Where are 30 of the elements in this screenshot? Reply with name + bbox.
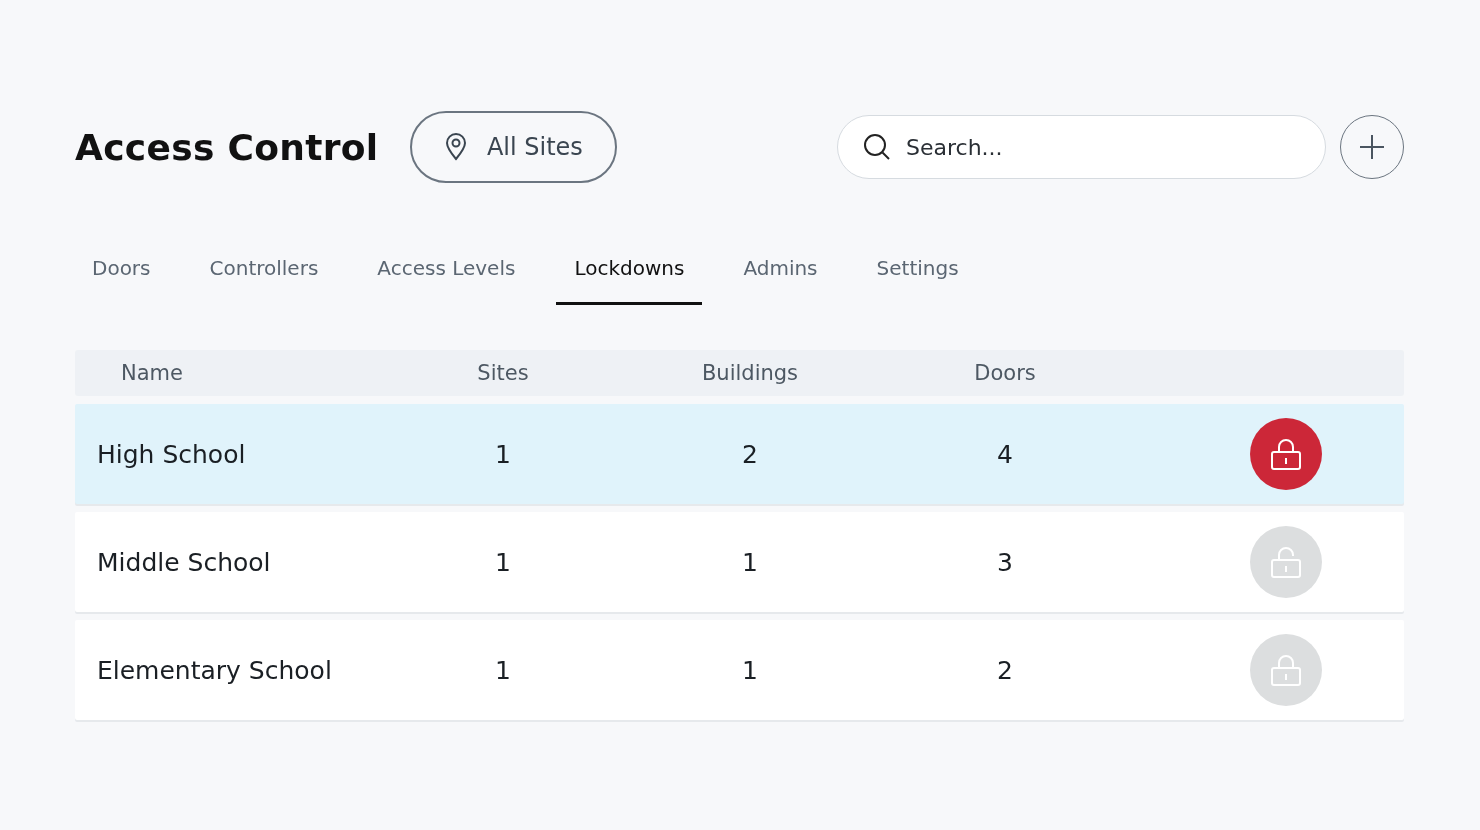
table-cell-text: 1 (494, 547, 512, 577)
tab[interactable]: Doors (74, 244, 169, 305)
school-name: Elementary School (96, 655, 333, 685)
table-cell-text: 1 (741, 547, 759, 577)
table-cell-text: 1 (741, 655, 759, 685)
table-cell-text: 1 (494, 439, 512, 469)
table-cell-text: 4 (996, 439, 1014, 469)
table-row[interactable]: Elementary School 1 1 2 (75, 620, 1404, 720)
page-title: Access Control (75, 126, 379, 168)
tab[interactable]: Admins (725, 244, 836, 305)
table-row[interactable]: Middle School 1 1 3 (75, 512, 1404, 612)
column-header: Doors (973, 361, 1037, 385)
school-name: Middle School (96, 547, 272, 577)
column-header: Buildings (700, 361, 800, 385)
table-cell-text: 2 (996, 655, 1014, 685)
tab[interactable]: Settings (858, 244, 977, 305)
table-cell-text: 1 (494, 655, 512, 685)
column-header: Name (120, 361, 184, 385)
table-cell-text: 3 (996, 547, 1014, 577)
table-row[interactable]: High School 1 2 4 (75, 404, 1404, 504)
site-filter-button[interactable]: All Sites (410, 111, 618, 183)
tab[interactable]: Access Levels (359, 244, 534, 305)
school-name: High School (96, 439, 247, 469)
search-field[interactable]: Search... (837, 115, 1326, 179)
tab[interactable]: Lockdowns (556, 244, 703, 305)
table-cell-text: 2 (741, 439, 759, 469)
column-header: Sites (476, 361, 530, 385)
plus-icon (1359, 134, 1385, 160)
tab[interactable]: Controllers (191, 244, 337, 305)
map-pin-icon (444, 133, 467, 161)
